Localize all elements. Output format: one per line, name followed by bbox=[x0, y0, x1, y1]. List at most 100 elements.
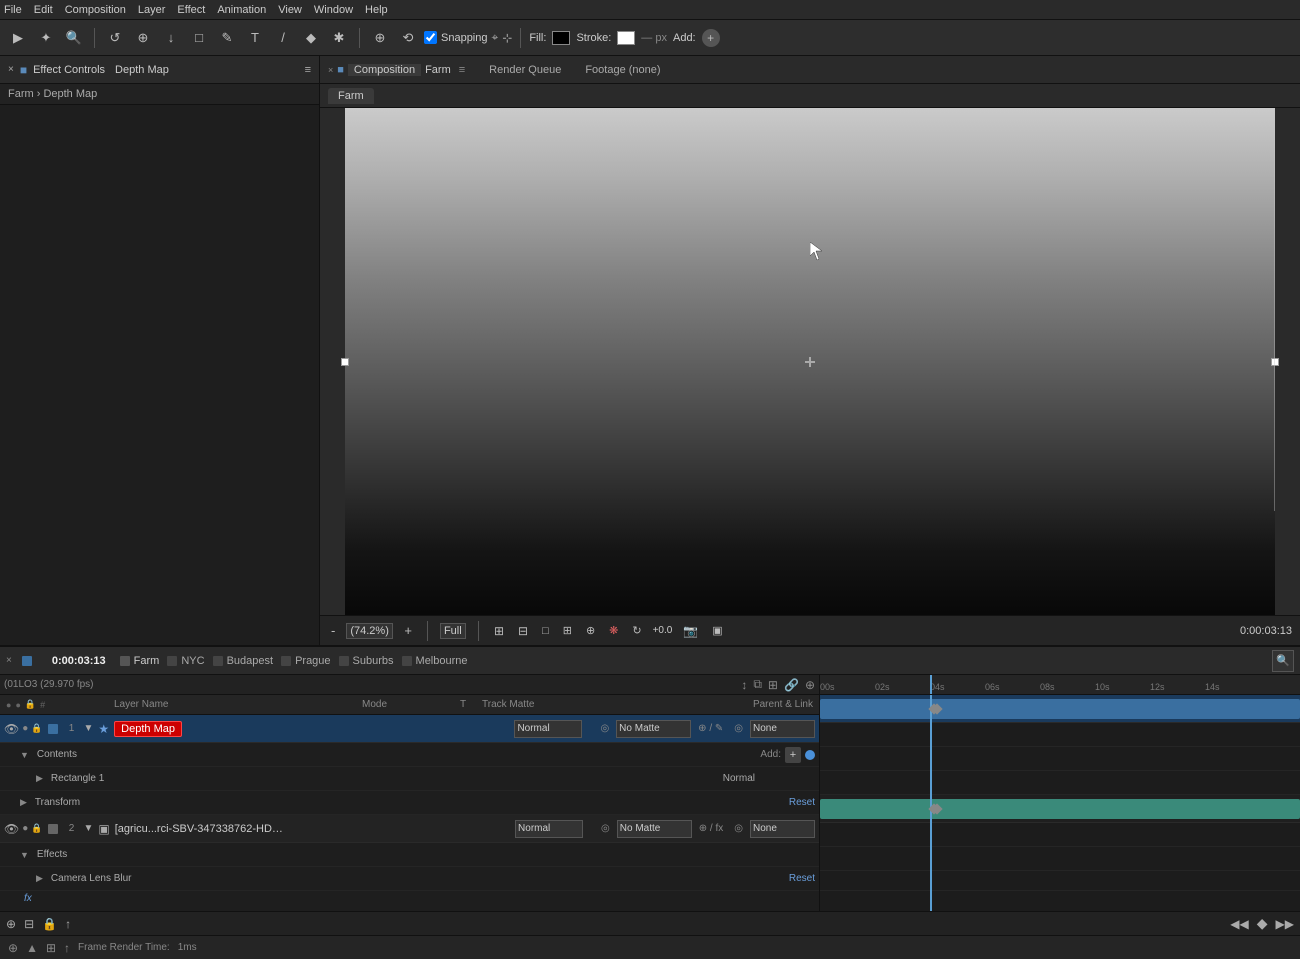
tool-select[interactable]: ▶ bbox=[6, 26, 30, 50]
menu-edit[interactable]: Edit bbox=[34, 4, 53, 16]
footage-tab[interactable]: Footage (none) bbox=[585, 64, 660, 76]
status-btn2[interactable]: ▲ bbox=[26, 941, 38, 955]
clb-reset-btn[interactable]: Reset bbox=[789, 873, 815, 884]
tool-undo[interactable]: ↺ bbox=[103, 26, 127, 50]
layer2-fx-icons[interactable]: ⊕ / fx bbox=[699, 823, 724, 834]
snapping-checkbox[interactable] bbox=[424, 31, 437, 44]
menu-window[interactable]: Window bbox=[314, 4, 353, 16]
layer1-parent-select[interactable]: None bbox=[750, 720, 815, 738]
layer2-mode-select[interactable]: Normal bbox=[515, 820, 583, 838]
transform-reset-btn[interactable]: Reset bbox=[789, 797, 815, 808]
layer1-lock[interactable]: 🔒 bbox=[31, 723, 42, 734]
tl-ctrl-2[interactable]: ⧉ bbox=[753, 677, 762, 692]
menu-file[interactable]: File bbox=[4, 4, 22, 16]
view-btn2[interactable]: ⊟ bbox=[515, 622, 531, 640]
safe-frame-btn[interactable]: □ bbox=[539, 623, 552, 639]
farm-tab[interactable]: Farm bbox=[328, 88, 374, 104]
tool-zoom[interactable]: 🔍 bbox=[62, 26, 86, 50]
tl-close[interactable]: × bbox=[6, 655, 12, 666]
tool-down[interactable]: ↓ bbox=[159, 26, 183, 50]
tl-footer-btn2[interactable]: ⊟ bbox=[24, 917, 34, 931]
tool-mask[interactable]: □ bbox=[187, 26, 211, 50]
menu-animation[interactable]: Animation bbox=[217, 4, 266, 16]
clb-arrow[interactable]: ▶ bbox=[36, 873, 43, 884]
layer1-collapse[interactable]: ▼ bbox=[84, 723, 94, 734]
tl-ctrl-4[interactable]: 🔗 bbox=[784, 678, 799, 692]
3d-btn[interactable]: ⊕ bbox=[583, 622, 598, 639]
tl-footer-nav2[interactable]: ◆ bbox=[1257, 915, 1268, 932]
panel-options-btn[interactable]: ≡ bbox=[305, 64, 311, 76]
tl-footer-btn1[interactable]: ⊕ bbox=[6, 917, 16, 931]
zoom-select[interactable]: (74.2%) bbox=[346, 623, 393, 639]
transform-handle-ml[interactable] bbox=[341, 358, 349, 366]
layer2-collapse[interactable]: ▼ bbox=[84, 823, 94, 834]
tl-melbourne-tab[interactable]: Melbourne bbox=[402, 655, 468, 667]
layer2-eye[interactable]: 👁 bbox=[4, 822, 19, 836]
render-queue-tab[interactable]: Render Queue bbox=[489, 64, 561, 76]
effects-arrow[interactable]: ▼ bbox=[20, 850, 29, 860]
channel-btn[interactable]: ❋ bbox=[606, 622, 621, 639]
layer1-color[interactable] bbox=[48, 724, 58, 734]
tool-shape2[interactable]: ✱ bbox=[327, 26, 351, 50]
status-btn3[interactable]: ⊞ bbox=[46, 941, 56, 955]
loop-btn[interactable]: ↻ bbox=[629, 622, 644, 639]
grid-btn2[interactable]: ⊞ bbox=[560, 622, 575, 639]
comp-close-btn[interactable]: × bbox=[328, 65, 333, 75]
stroke-swatch[interactable] bbox=[617, 31, 635, 45]
transform-arrow[interactable]: ▶ bbox=[20, 797, 27, 808]
camera-btn[interactable]: 📷 bbox=[680, 622, 701, 640]
tl-budapest-tab[interactable]: Budapest bbox=[213, 655, 273, 667]
layer1-watch-icon[interactable]: ◎ bbox=[600, 723, 609, 734]
layer2-color[interactable] bbox=[48, 824, 58, 834]
status-btn4[interactable]: ↑ bbox=[64, 941, 70, 955]
contents-arrow[interactable]: ▼ bbox=[20, 750, 29, 760]
tl-ctrl-1[interactable]: ↕ bbox=[741, 678, 747, 692]
tool-extra2[interactable]: ⟲ bbox=[396, 26, 420, 50]
layer2-name[interactable]: [agricu...rci-SBV-347338762-HD.mov] bbox=[115, 823, 285, 835]
zoom-in-btn[interactable]: + bbox=[401, 621, 415, 640]
tl-footer-btn4[interactable]: ↑ bbox=[65, 917, 71, 931]
tl-footer-nav1[interactable]: ◀◀ bbox=[1230, 917, 1248, 931]
layer2-watch-icon[interactable]: ◎ bbox=[601, 823, 610, 834]
transform-handle-mr[interactable] bbox=[1271, 358, 1279, 366]
tool-brush[interactable]: / bbox=[271, 26, 295, 50]
add-btn[interactable]: + bbox=[702, 29, 720, 47]
menu-help[interactable]: Help bbox=[365, 4, 388, 16]
layer1-mode-select[interactable]: Normal bbox=[514, 720, 582, 738]
tl-ctrl-5[interactable]: ⊕ bbox=[805, 678, 815, 692]
layer1-parent-watch[interactable]: ◎ bbox=[734, 723, 743, 734]
tl-footer-btn3[interactable]: 🔒 bbox=[42, 917, 57, 931]
layer2-lock[interactable]: 🔒 bbox=[31, 823, 42, 834]
add-btn[interactable]: + bbox=[785, 747, 801, 763]
panel-close-btn[interactable]: × bbox=[8, 64, 14, 75]
tl-ctrl-3[interactable]: ⊞ bbox=[768, 678, 778, 692]
tl-search-btn[interactable]: 🔍 bbox=[1272, 650, 1294, 672]
layer1-solo[interactable]: ● bbox=[22, 723, 28, 734]
tl-nyc-tab[interactable]: NYC bbox=[167, 655, 204, 667]
tool-shape[interactable]: ✦ bbox=[34, 26, 58, 50]
zoom-out-btn[interactable]: - bbox=[328, 621, 338, 640]
rect1-arrow[interactable]: ▶ bbox=[36, 773, 43, 784]
effect-controls-label[interactable]: Effect Controls bbox=[33, 64, 105, 76]
tab-composition[interactable]: Composition bbox=[348, 64, 421, 76]
layer2-solo[interactable]: ● bbox=[22, 823, 28, 834]
tl-footer-nav3[interactable]: ▶▶ bbox=[1276, 917, 1294, 931]
track-bar-1[interactable] bbox=[820, 699, 1300, 719]
tool-text[interactable]: T bbox=[243, 26, 267, 50]
menu-effect[interactable]: Effect bbox=[177, 4, 205, 16]
transform-center-point[interactable] bbox=[805, 357, 815, 367]
comp-viewer[interactable] bbox=[320, 108, 1300, 615]
quality-select[interactable]: Full bbox=[440, 623, 466, 639]
tool-add[interactable]: ⊕ bbox=[131, 26, 155, 50]
layer2-matte-select[interactable]: No Matte bbox=[617, 820, 692, 838]
grid-btn[interactable]: ⊞ bbox=[491, 622, 507, 640]
tool-extra1[interactable]: ⊕ bbox=[368, 26, 392, 50]
layer1-eye[interactable]: 👁 bbox=[4, 722, 19, 736]
track-bar-2[interactable] bbox=[820, 799, 1300, 819]
tl-prague-tab[interactable]: Prague bbox=[281, 655, 330, 667]
depth-map-tab[interactable]: Depth Map bbox=[115, 64, 169, 76]
tl-suburbs-tab[interactable]: Suburbs bbox=[339, 655, 394, 667]
tool-anchor[interactable]: ◆ bbox=[299, 26, 323, 50]
view-option-btn[interactable]: ▣ bbox=[709, 622, 725, 639]
layer1-fx-icons[interactable]: ⊕ / ✎ bbox=[698, 723, 723, 734]
